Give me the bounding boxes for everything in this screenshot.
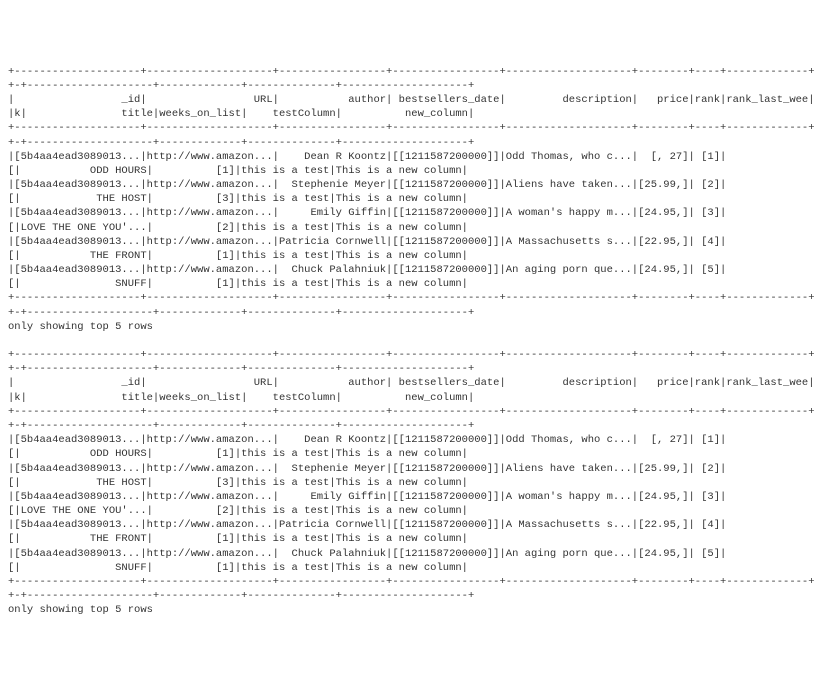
console-output: +--------------------+------------------… [8, 65, 819, 618]
